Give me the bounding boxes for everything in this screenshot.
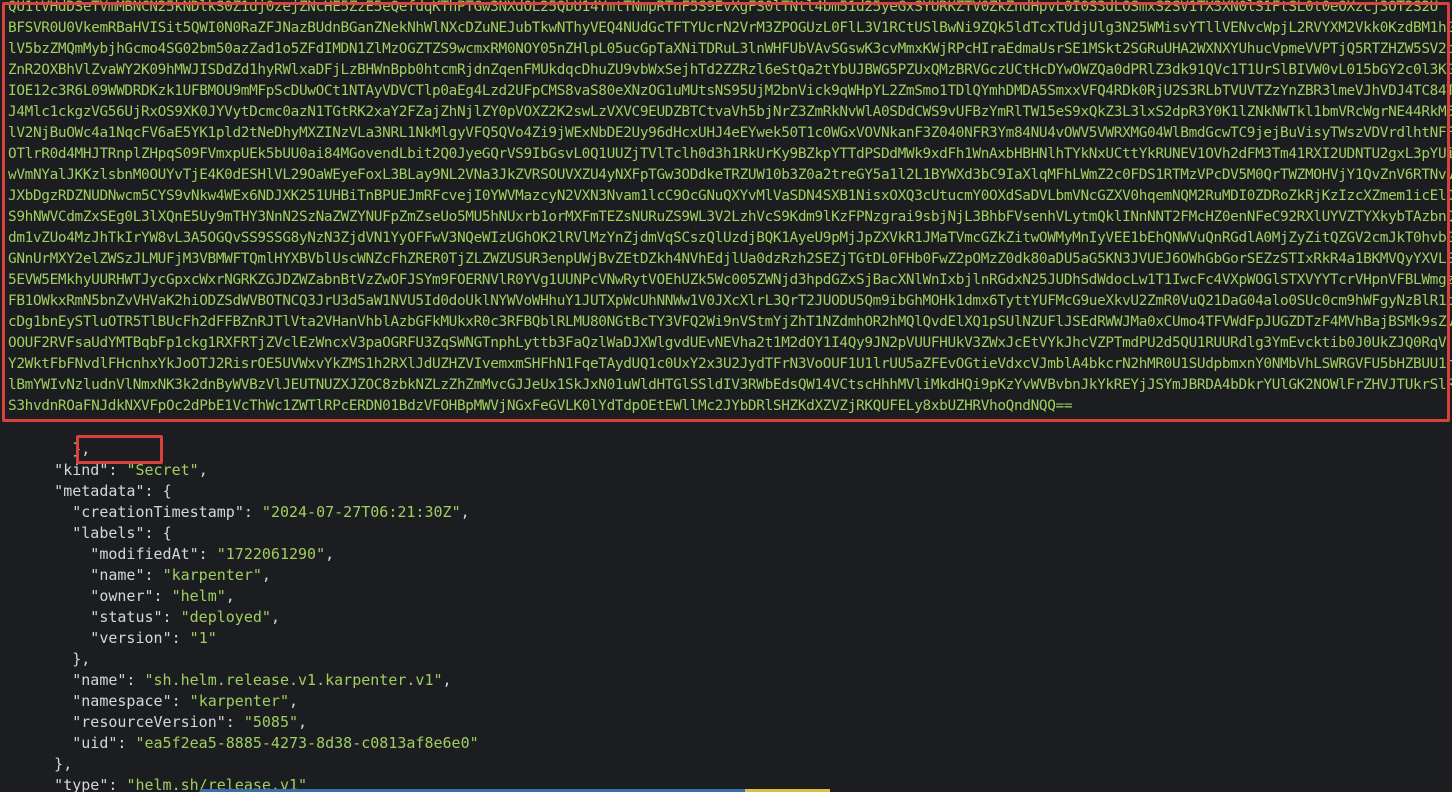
kind-line: "kind": "Secret", — [36, 461, 208, 479]
encoded-data-line: GNnUrMXY2elZWSzJLMUFjM3VBMWFTQmlHYXBVblU… — [8, 251, 1452, 267]
encoded-data-line: lV5bzZMQmMybjhGcmo4SG02bm50azZad1o5ZFdIM… — [8, 41, 1452, 57]
encoded-data-line: OTlrR0d4MHJTRnplZHpqS09FVmxpUEk5bUU0ai84… — [8, 146, 1452, 162]
version-line: "version": "1" — [36, 629, 217, 647]
uid-line: "uid": "ea5f2ea5-8885-4273-8d38-c0813af8… — [36, 734, 479, 752]
encoded-data-line: 5EVW5EMkhyUURHWTJycGpxcWxrNGRKZGJDZWZabn… — [8, 272, 1452, 288]
encoded-data-block: QU1tVHdDSeTVmMBNCN25kNDlkS0Z1dj0zejZNcHE… — [0, 0, 1452, 424]
encoded-data-line: lBmYWIvNzludnVlNmxNK3k2dnByWVBzVlJEUTNUZ… — [8, 377, 1452, 393]
resource-version-line: "resourceVersion": "5085", — [36, 713, 308, 731]
encoded-data-line: S3hvdnROaFNJdkNXVFpOc2dPbE1VcThWc1ZWTlRP… — [8, 398, 1073, 414]
creation-timestamp-line: "creationTimestamp": "2024-07-27T06:21:3… — [36, 503, 470, 521]
close-metadata-brace: }, — [36, 755, 73, 773]
modified-at-line: "modifiedAt": "1722061290", — [36, 545, 335, 563]
encoded-data-line: FB1OWkxRmN5bnZvVHVaK2hiODZSdWVBOTNCQ3JrU… — [8, 293, 1452, 309]
close-data-brace: }, — [36, 440, 91, 458]
encoded-data-line: OOUF2RVFsaUdYMTBqbFp1ckg1RXFRTjZVclEzWnc… — [8, 335, 1447, 351]
encoded-data-line: wVmNYalJKKzlsbnM0OUYvTjE4K0dESHlVL29OaWE… — [8, 167, 1452, 183]
terminal-window: QU1tVHdDSeTVmMBNCN25kNDlkS0Z1dj0zejZNcHE… — [0, 0, 1452, 792]
metadata-line: "metadata": { — [36, 482, 172, 500]
encoded-data-line: J4Mlc1ckgzVG56UjRxOS9XK0JYVytDcmc0azN1TG… — [8, 104, 1452, 120]
encoded-data-line: QU1tVHdDSeTVmMBNCN25kNDlkS0Z1dj0zejZNcHE… — [8, 0, 1438, 15]
encoded-data-line: S9hNWVCdmZxSEg0L3lXQnE5Uy9mTHY3NnN2SzNaZ… — [8, 209, 1452, 225]
encoded-data-line: IOE12c3R6L09WWDRDKzk1UFBMOU9mMFpScDUwOCt… — [8, 83, 1452, 99]
encoded-data-line: dm1vZUo4MzJhTkIrYW8vL3A5OGQvSS9SSG8yNzN3… — [8, 230, 1452, 246]
encoded-data-line: JXbDgzRDZNUDNwcm5CYS9vNkw4WEx6NDJXK251UH… — [8, 188, 1452, 204]
status-line: "status": "deployed", — [36, 608, 280, 626]
label-name-line: "name": "karpenter", — [36, 566, 271, 584]
owner-line: "owner": "helm", — [36, 587, 235, 605]
encoded-data-line: ZnR2OXBhVlZvaWY2K09hMWJISDdZd1hyRWlxaDFj… — [8, 62, 1452, 78]
encoded-data-line: lV2NjBuOWc4a1NqcFV6aE5YK1pld2tNeDhyMXZIN… — [8, 125, 1452, 141]
labels-line: "labels": { — [36, 524, 172, 542]
encoded-data-line: cDg1bnEySTluOTR5TlBUcFh2dFFBZnRJTlVta2VH… — [8, 314, 1452, 330]
close-root-brace: } — [0, 771, 45, 792]
namespace-line: "namespace": "karpenter", — [36, 692, 299, 710]
type-line: "type": "helm.sh/release.v1" — [36, 776, 308, 792]
release-name-line: "name": "sh.helm.release.v1.karpenter.v1… — [36, 671, 452, 689]
close-labels-brace: }, — [36, 650, 91, 668]
encoded-data-line: BFSVR0U0VkemRBaHVISit5QWI0N0RaZFJNazBUdn… — [8, 20, 1452, 36]
encoded-data-line: Y2WktFbFNvdlFHcnhxYkJoOTJ2RisrOE5UVWxvYk… — [8, 356, 1452, 372]
